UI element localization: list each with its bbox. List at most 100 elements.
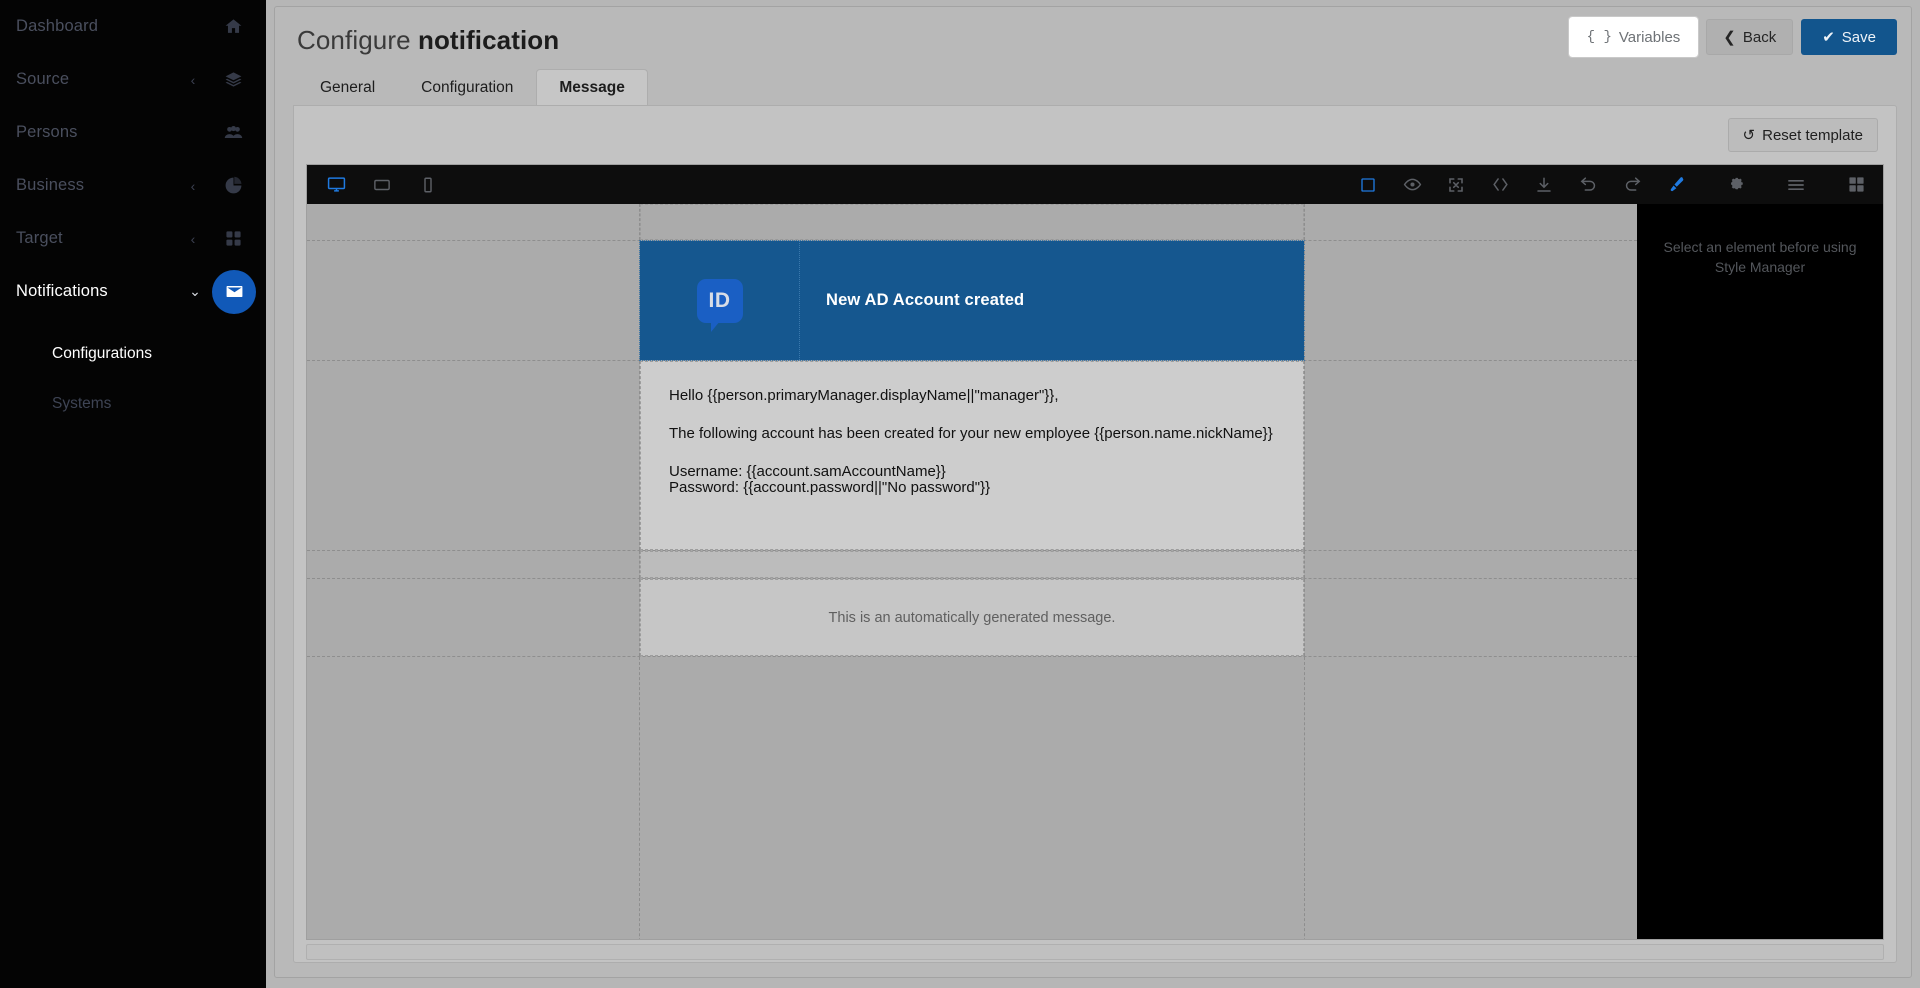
preview-button[interactable] <box>1397 171 1427 199</box>
people-icon <box>210 110 256 156</box>
sidebar: Dashboard Source ‹ Persons Business ‹ Ta… <box>0 0 266 988</box>
chevron-left-icon: ‹ <box>190 71 196 88</box>
canvas-cell-center[interactable] <box>640 551 1304 578</box>
fullscreen-button[interactable] <box>1441 171 1471 199</box>
undo-button[interactable] <box>1573 171 1603 199</box>
reset-template-label: Reset template <box>1762 126 1863 144</box>
style-manager-panel: Select an element before using Style Man… <box>1637 204 1883 939</box>
sidebar-item-dashboard[interactable]: Dashboard <box>0 0 266 53</box>
back-button-label: Back <box>1742 28 1777 46</box>
editor-toolbar <box>307 165 1883 204</box>
canvas-cell-right[interactable] <box>1304 361 1637 550</box>
grid-icon <box>210 216 256 262</box>
toggle-borders-button[interactable] <box>1353 171 1383 199</box>
canvas-row-footer[interactable]: This is an automatically generated messa… <box>307 579 1637 657</box>
canvas-cell-center[interactable] <box>640 204 1304 240</box>
chevron-left-icon: ❮ <box>1723 29 1736 46</box>
spacer-block[interactable] <box>640 204 1304 240</box>
tab-general[interactable]: General <box>297 69 398 105</box>
tab-message[interactable]: Message <box>536 69 648 105</box>
canvas-row-gap[interactable] <box>307 551 1637 579</box>
sidebar-item-label: Persons <box>16 123 78 141</box>
save-button[interactable]: ✔ Save <box>1801 19 1897 55</box>
canvas-cell-right[interactable] <box>1304 551 1637 578</box>
tablet-view-button[interactable] <box>367 171 397 199</box>
sidebar-item-source[interactable]: Source ‹ <box>0 53 266 106</box>
email-editor: ID New AD Account created Hello {{person… <box>306 164 1884 940</box>
sidebar-item-label: Dashboard <box>16 17 99 35</box>
settings-button[interactable] <box>1721 171 1751 199</box>
canvas-row-body[interactable]: Hello {{person.primaryManager.displayNam… <box>307 361 1637 551</box>
sidebar-item-persons[interactable]: Persons <box>0 106 266 159</box>
sidebar-item-label: Target <box>16 229 63 247</box>
pie-icon <box>210 163 256 209</box>
reset-row: ↺ Reset template <box>294 106 1896 164</box>
canvas-cell-center[interactable] <box>640 657 1304 939</box>
tab-bar: General Configuration Message <box>297 69 1911 105</box>
sidebar-item-label: Business <box>16 176 85 194</box>
sidebar-item-label: Notifications <box>16 282 108 300</box>
canvas-row-empty[interactable] <box>307 657 1637 939</box>
canvas-cell-center[interactable]: Hello {{person.primaryManager.displayNam… <box>640 361 1304 550</box>
sidebar-item-notifications[interactable]: Notifications ⌄ <box>0 265 266 318</box>
canvas-row-spacer[interactable] <box>307 204 1637 241</box>
canvas-cell-right[interactable] <box>1304 204 1637 240</box>
desktop-view-button[interactable] <box>321 171 351 199</box>
chevron-left-icon: ‹ <box>190 230 196 247</box>
editor-tools <box>1353 171 1871 199</box>
email-footer-block[interactable]: This is an automatically generated messa… <box>640 579 1304 656</box>
email-body-line: Hello {{person.primaryManager.displayNam… <box>669 387 1059 404</box>
back-button[interactable]: ❮ Back <box>1706 19 1794 55</box>
email-header-block[interactable]: ID New AD Account created <box>639 240 1305 361</box>
redo-button[interactable] <box>1617 171 1647 199</box>
tab-configuration[interactable]: Configuration <box>398 69 536 105</box>
undo-arrow-icon: ↺ <box>1742 127 1756 144</box>
email-logo-cell[interactable]: ID <box>640 241 800 360</box>
email-body-line: Username: {{account.samAccountName}} <box>669 462 946 480</box>
page-title-strong: notification <box>417 25 560 55</box>
reset-template-button[interactable]: ↺ Reset template <box>1727 118 1878 152</box>
content-panel: Configure notification { } Variables ❮ B… <box>274 6 1912 978</box>
email-body-block[interactable]: Hello {{person.primaryManager.displayNam… <box>640 361 1304 550</box>
email-subject[interactable]: New AD Account created <box>800 241 1024 360</box>
canvas-cell-left[interactable] <box>307 579 640 656</box>
email-canvas[interactable]: ID New AD Account created Hello {{person… <box>307 204 1637 939</box>
mobile-view-button[interactable] <box>413 171 443 199</box>
canvas-cell-center[interactable]: ID New AD Account created <box>639 240 1305 361</box>
layer-manager-button[interactable] <box>1781 171 1811 199</box>
chevron-left-icon: ‹ <box>190 177 196 194</box>
canvas-cell-left[interactable] <box>307 241 640 360</box>
id-logo-icon: ID <box>696 278 743 332</box>
page-title-prefix: Configure <box>297 25 418 55</box>
canvas-cell-right[interactable] <box>1304 579 1637 656</box>
sidebar-subitem-configurations[interactable]: Configurations <box>0 329 266 379</box>
export-code-button[interactable] <box>1485 171 1515 199</box>
canvas-cell-left[interactable] <box>307 551 640 578</box>
home-icon <box>210 4 256 50</box>
envelope-icon <box>212 269 256 314</box>
canvas-cell-left[interactable] <box>307 657 640 939</box>
canvas-cell-right[interactable] <box>1304 241 1637 360</box>
canvas-cell-left[interactable] <box>307 204 640 240</box>
sidebar-item-label: Source <box>16 70 70 88</box>
blocks-button[interactable] <box>1841 171 1871 199</box>
horizontal-scrollbar[interactable] <box>306 944 1884 960</box>
message-tab-panel: ↺ Reset template ID New AD Account creat… <box>293 105 1897 963</box>
sidebar-submenu-spacer <box>0 318 266 329</box>
canvas-row-header[interactable]: ID New AD Account created <box>307 240 1637 361</box>
style-manager-message: Select an element before using Style Man… <box>1663 239 1857 276</box>
canvas-cell-center[interactable]: This is an automatically generated messa… <box>640 579 1304 656</box>
gap-block[interactable] <box>640 551 1304 578</box>
email-body-line: The following account has been created f… <box>669 424 1273 442</box>
import-button[interactable] <box>1529 171 1559 199</box>
main-area: Configure notification { } Variables ❮ B… <box>266 0 1920 988</box>
sidebar-item-business[interactable]: Business ‹ <box>0 159 266 212</box>
variables-button[interactable]: { } Variables <box>1567 16 1700 58</box>
check-icon: ✔ <box>1822 29 1835 46</box>
sidebar-subitem-systems[interactable]: Systems <box>0 379 266 429</box>
sidebar-item-target[interactable]: Target ‹ <box>0 212 266 265</box>
canvas-cell-left[interactable] <box>307 361 640 550</box>
style-manager-button[interactable] <box>1661 171 1691 199</box>
canvas-cell-right[interactable] <box>1304 657 1637 939</box>
device-switcher <box>321 171 443 199</box>
